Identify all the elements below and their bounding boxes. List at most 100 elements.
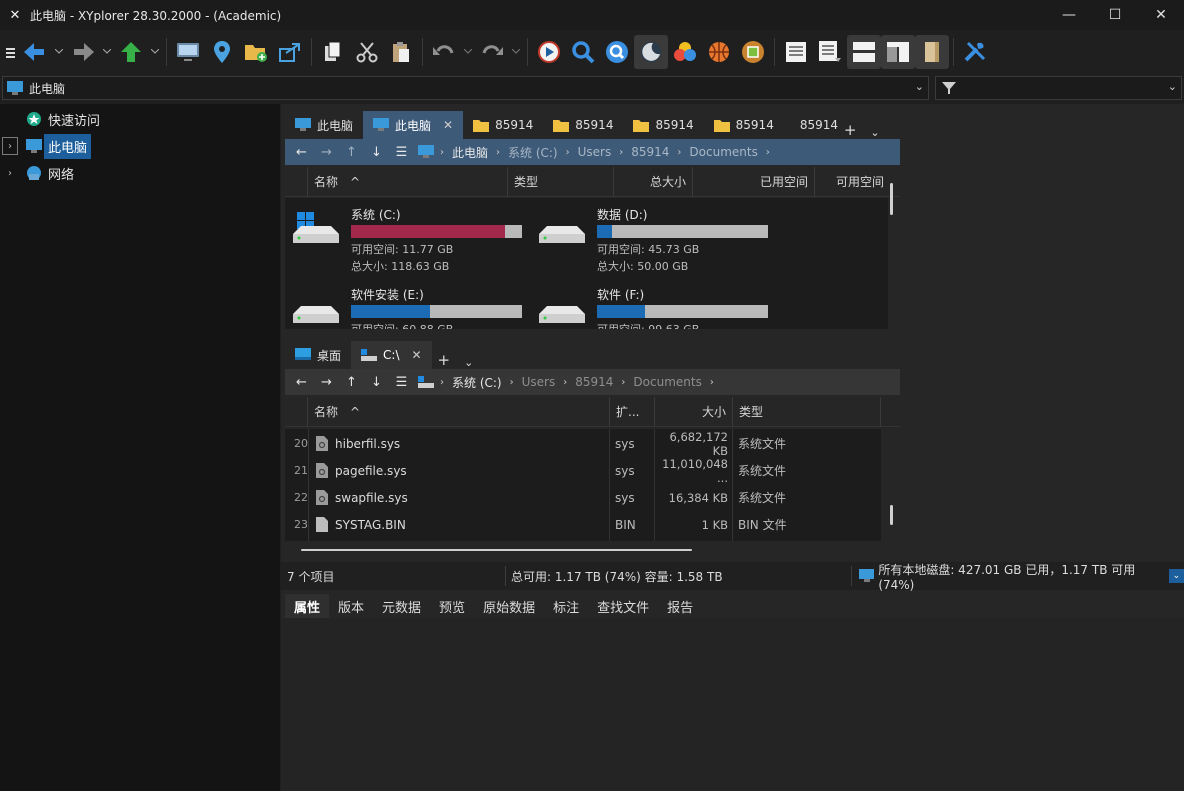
close-icon[interactable]: ✕ — [1138, 0, 1184, 30]
xyplorer-logo-icon[interactable]: ✕ — [0, 8, 30, 23]
column-extension[interactable]: 扩... — [610, 396, 655, 427]
new-folder-icon[interactable] — [239, 35, 273, 69]
table-row[interactable]: 20 hiberfil.sys sys 6,682,172 KB 系统文件 — [285, 430, 881, 458]
split-v-icon[interactable] — [881, 35, 915, 69]
drive-item[interactable]: 软件 (F:) 可用空间: 99.63 GB — [531, 278, 771, 329]
address-bar[interactable]: 此电脑 ⌄ — [2, 76, 929, 100]
cut-icon[interactable] — [350, 35, 384, 69]
copy-icon[interactable] — [316, 35, 350, 69]
menu-icon[interactable]: ☰ — [389, 375, 414, 390]
address-input[interactable]: 此电脑 — [29, 80, 65, 97]
back-icon[interactable] — [18, 35, 52, 69]
tab-find-files[interactable]: 查找文件 — [588, 594, 658, 618]
back-dropdown-icon[interactable] — [52, 35, 66, 69]
search-icon[interactable] — [566, 35, 600, 69]
breadcrumb-segment[interactable]: 85914 — [631, 145, 669, 159]
breadcrumb-segment[interactable]: Documents — [689, 145, 757, 159]
column-size[interactable]: 大小 — [655, 396, 733, 427]
down-icon[interactable]: ↓ — [364, 375, 389, 390]
column-free-space[interactable]: 可用空间 — [815, 167, 890, 197]
frame-icon[interactable] — [736, 35, 770, 69]
tab-folder[interactable]: 85914 — [623, 111, 703, 139]
menu-icon[interactable]: ☰ — [389, 145, 414, 160]
expand-icon[interactable]: › — [2, 137, 18, 155]
forward-icon[interactable] — [66, 35, 100, 69]
split-h-icon[interactable] — [847, 35, 881, 69]
tab-folder[interactable]: 85914 — [543, 111, 623, 139]
redo-dropdown-icon[interactable] — [509, 35, 523, 69]
breadcrumb-segment[interactable]: 系统 (C:) — [508, 144, 558, 161]
maximize-icon[interactable]: ☐ — [1092, 0, 1138, 30]
paste-icon[interactable] — [384, 35, 418, 69]
up-icon[interactable]: ↑ — [339, 145, 364, 160]
column-name[interactable]: 名称 ^ — [308, 396, 610, 427]
tools-icon[interactable] — [958, 35, 992, 69]
undo-dropdown-icon[interactable] — [461, 35, 475, 69]
status-disks[interactable]: 所有本地磁盘: 427.01 GB 已用，1.17 TB 可用 (74%) ⌄ — [859, 561, 1184, 592]
tab-version[interactable]: 版本 — [329, 594, 373, 618]
up-icon[interactable]: ↑ — [339, 375, 364, 390]
play-icon[interactable] — [532, 35, 566, 69]
tab-folder[interactable]: 85914 — [784, 111, 838, 139]
undo-icon[interactable] — [427, 35, 461, 69]
filter-bar[interactable]: ⌄ — [935, 76, 1182, 100]
breadcrumb-segment[interactable]: Users — [522, 375, 556, 389]
chevron-down-icon[interactable]: ⌄ — [915, 80, 924, 93]
drive-item[interactable]: 数据 (D:) 可用空间: 45.73 GB 总大小: 50.00 GB — [531, 198, 771, 273]
breadcrumb-segment[interactable]: 此电脑 — [452, 144, 488, 161]
tab-properties[interactable]: 属性 — [285, 594, 330, 618]
expand-icon[interactable]: › — [2, 164, 18, 182]
tabs-dropdown-icon[interactable]: ⌄ — [464, 356, 473, 369]
pane2-vertical-scrollbar[interactable] — [890, 505, 893, 525]
list-view-icon[interactable] — [779, 35, 813, 69]
tab-folder[interactable]: 85914 — [463, 111, 543, 139]
forward-icon[interactable]: → — [314, 145, 339, 160]
column-total-size[interactable]: 总大小 — [614, 166, 693, 197]
tab-this-pc-active[interactable]: 此电脑 ✕ — [363, 111, 464, 139]
close-tab-icon[interactable]: ✕ — [411, 348, 421, 362]
table-row[interactable]: 23 SYSTAG.BIN BIN 1 KB BIN 文件 — [285, 511, 881, 538]
column-name[interactable]: 名称 ^ — [308, 166, 508, 197]
location-pin-icon[interactable] — [205, 35, 239, 69]
pane1-vertical-scrollbar[interactable] — [890, 183, 893, 215]
redo-icon[interactable] — [475, 35, 509, 69]
forward-dropdown-icon[interactable] — [100, 35, 114, 69]
moon-icon[interactable] — [634, 35, 668, 69]
breadcrumb-segment[interactable]: Users — [578, 145, 612, 159]
tabs-dropdown-icon[interactable]: ⌄ — [870, 126, 879, 139]
find-icon[interactable] — [600, 35, 634, 69]
down-icon[interactable]: ↓ — [364, 145, 389, 160]
up-dropdown-icon[interactable] — [148, 35, 162, 69]
tab-c-drive[interactable]: C:\ ✕ — [351, 341, 432, 369]
column-type[interactable]: 类型 — [733, 396, 881, 427]
pane2-horizontal-scrollbar[interactable] — [301, 549, 692, 551]
back-icon[interactable]: ← — [289, 145, 314, 160]
chevron-down-icon[interactable]: ⌄ — [1168, 80, 1177, 93]
forward-icon[interactable]: → — [314, 375, 339, 390]
details-view-icon[interactable] — [813, 35, 847, 69]
tab-raw-data[interactable]: 原始数据 — [474, 594, 544, 618]
close-tab-icon[interactable]: ✕ — [443, 118, 453, 132]
menu-icon[interactable] — [4, 35, 18, 69]
chevron-down-icon[interactable]: ⌄ — [1168, 569, 1184, 583]
tab-metadata[interactable]: 元数据 — [373, 594, 430, 618]
ball-icon[interactable] — [702, 35, 736, 69]
up-icon[interactable] — [114, 35, 148, 69]
tab-desktop[interactable]: 桌面 — [285, 341, 351, 369]
tab-this-pc[interactable]: 此电脑 — [285, 111, 363, 139]
tab-report[interactable]: 报告 — [658, 594, 702, 618]
table-row[interactable]: 22 swapfile.sys sys 16,384 KB 系统文件 — [285, 484, 881, 511]
breadcrumb-segment[interactable]: 85914 — [575, 375, 613, 389]
drive-item[interactable]: 系统 (C:) 可用空间: 11.77 GB 总大小: 118.63 GB — [285, 198, 525, 273]
breadcrumb-segment[interactable]: 系统 (C:) — [452, 374, 502, 391]
share-icon[interactable] — [273, 35, 307, 69]
back-icon[interactable]: ← — [289, 375, 314, 390]
tree-item-quick-access[interactable]: 快速访问 — [26, 107, 100, 131]
breadcrumb-segment[interactable]: Documents — [633, 375, 701, 389]
column-type[interactable]: 类型 — [508, 166, 614, 197]
tree-item-this-pc[interactable]: 此电脑 — [26, 133, 92, 159]
minimize-icon[interactable]: — — [1046, 0, 1092, 30]
tab-preview[interactable]: 预览 — [430, 594, 474, 618]
table-row[interactable]: 21 pagefile.sys sys 11,010,048 ... 系统文件 — [285, 457, 881, 485]
new-tab-icon[interactable]: + — [844, 121, 857, 139]
